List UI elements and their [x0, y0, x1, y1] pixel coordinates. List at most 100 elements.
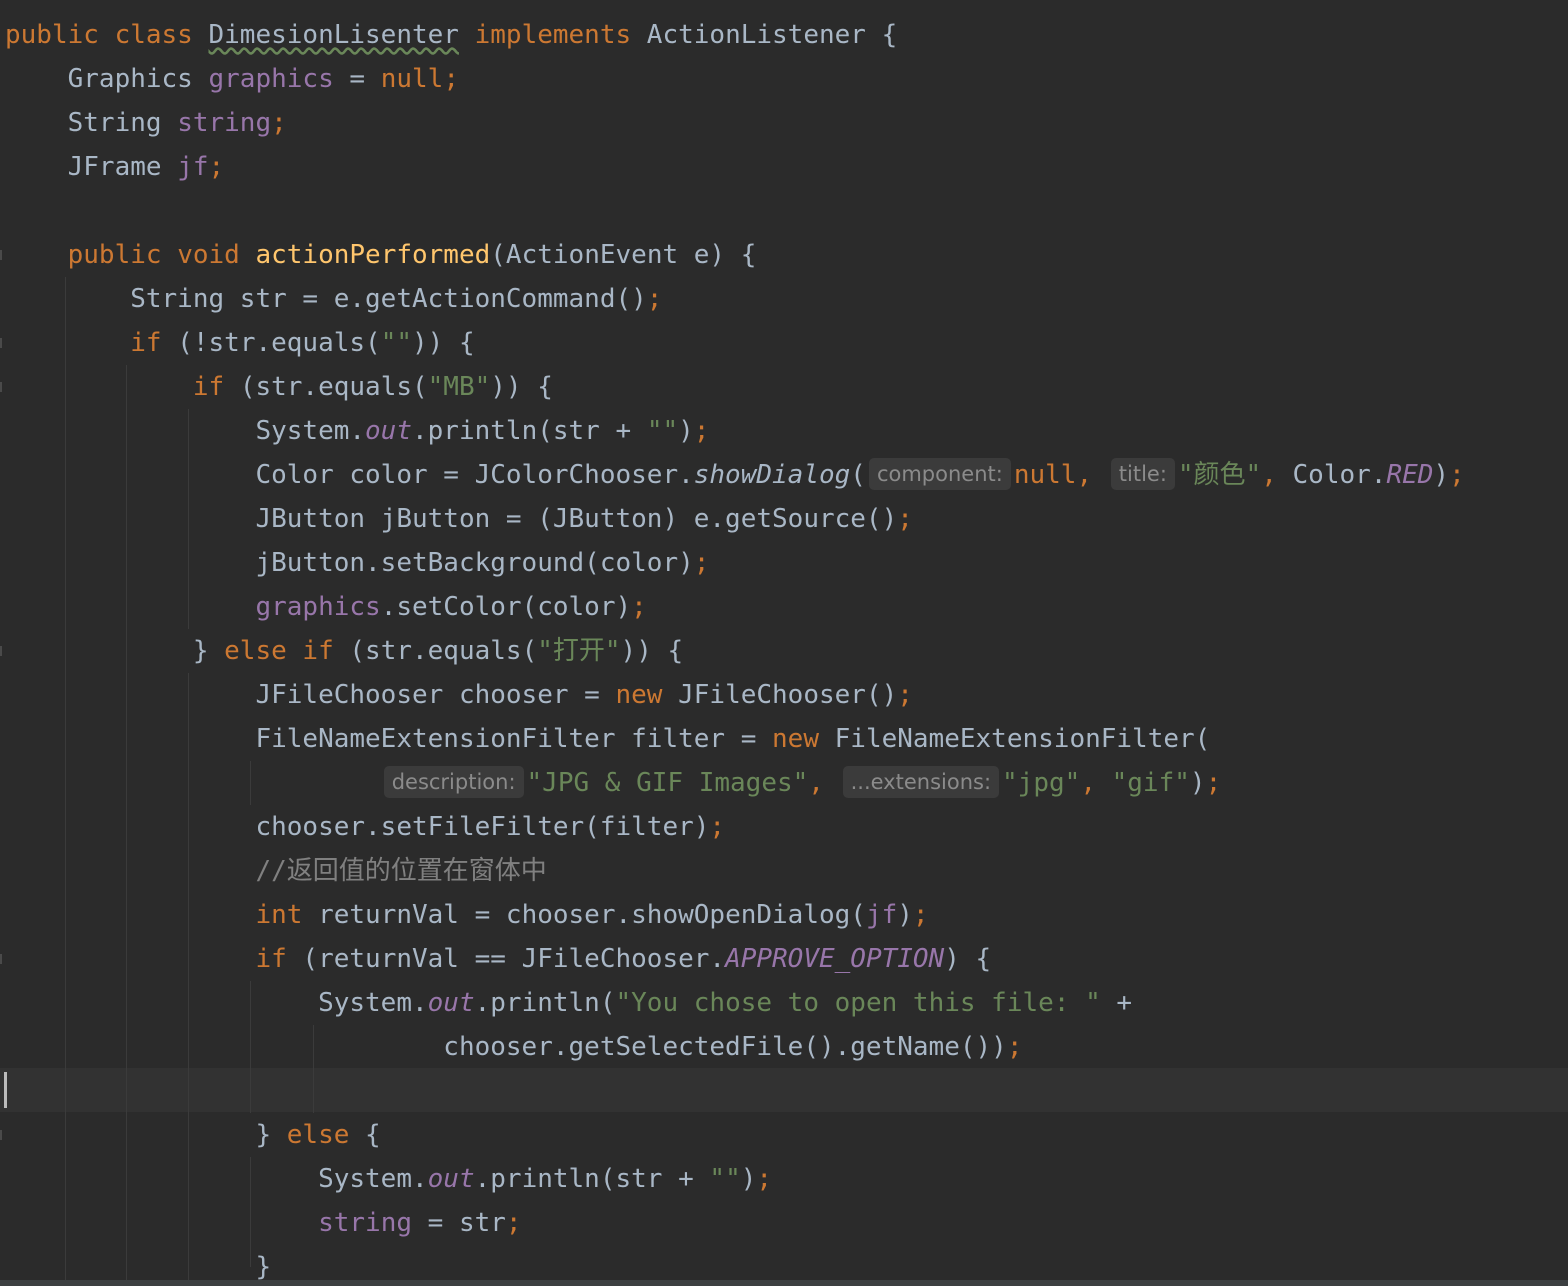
code-token: JFileChooser() [678, 680, 898, 710]
code-token: String str = e.getActionCommand() [5, 284, 647, 314]
code-line[interactable]: Graphics graphics = null; [5, 57, 459, 101]
code-line[interactable]: graphics.setColor(color); [5, 585, 647, 629]
code-line[interactable]: String string; [5, 101, 287, 145]
code-line[interactable]: chooser.setFileFilter(filter); [5, 805, 725, 849]
code-token: returnVal = chooser.showOpenDialog( [318, 900, 866, 930]
code-token: )) { [490, 372, 553, 402]
code-token: System. [5, 416, 366, 446]
code-token: ) [678, 416, 694, 446]
code-token: ) { [944, 944, 992, 974]
code-token: Color color = JColorChooser. [5, 460, 694, 490]
code-token: = [333, 64, 381, 94]
code-token: ( [850, 460, 866, 490]
code-token: if [192, 372, 240, 402]
code-token: int [255, 900, 319, 930]
fold-marker[interactable] [0, 1130, 2, 1140]
code-line[interactable]: } else if (str.equals("打开")) { [5, 629, 683, 673]
code-token: ) [740, 1164, 757, 1194]
fold-marker[interactable] [0, 338, 2, 348]
code-token: ; [693, 416, 710, 446]
code-line[interactable]: FileNameExtensionFilter filter = new Fil… [5, 717, 1210, 761]
code-line[interactable]: if (returnVal == JFileChooser.APPROVE_OP… [5, 937, 991, 981]
code-token: ; [756, 1164, 773, 1194]
code-line[interactable]: System.out.println("You chose to open th… [5, 981, 1132, 1025]
code-token: ; [1006, 1032, 1023, 1062]
code-token: } [5, 1252, 272, 1282]
fold-marker[interactable] [0, 954, 2, 964]
code-token: System. [5, 988, 428, 1018]
code-token: actionPerformed [255, 240, 491, 270]
code-token: .println(str + [412, 416, 647, 446]
code-token: null; [380, 64, 459, 94]
code-token: ; [271, 108, 287, 138]
code-token: ) [897, 900, 913, 930]
code-line[interactable]: System.out.println(str + ""); [5, 409, 709, 453]
code-token: ) [1433, 460, 1450, 490]
code-token: + [1100, 988, 1133, 1018]
code-token: (ActionEvent e) { [490, 240, 757, 270]
code-token: APPROVE_OPTION [725, 944, 945, 974]
code-token: new [772, 724, 835, 754]
code-token: .println( [474, 988, 616, 1018]
code-token: "JPG & GIF Images" [526, 768, 809, 798]
code-token: ; [693, 548, 710, 578]
code-token: ; [631, 592, 647, 622]
fold-marker[interactable] [0, 646, 2, 656]
code-line[interactable]: System.out.println(str + ""); [5, 1157, 772, 1201]
text-caret [4, 1072, 7, 1108]
code-token: JFrame [5, 152, 178, 182]
code-line[interactable]: Color color = JColorChooser.showDialog(c… [5, 453, 1465, 497]
code-editor[interactable]: public class DimesionLisenter implements… [0, 0, 1568, 1286]
code-token: else if [224, 636, 350, 666]
code-token: out [427, 988, 475, 1018]
code-token: if [255, 944, 303, 974]
code-token: System. [5, 1164, 428, 1194]
code-token: ; [709, 812, 726, 842]
code-line[interactable]: jButton.setBackground(color); [5, 541, 709, 585]
code-token: ; [505, 1208, 522, 1238]
code-token: ; [1205, 768, 1222, 798]
fold-marker[interactable] [0, 382, 2, 392]
code-token: )) { [412, 328, 475, 358]
code-token: String [5, 108, 178, 138]
code-token: new [615, 680, 679, 710]
code-line[interactable]: JFrame jf; [5, 145, 225, 189]
code-line[interactable]: } else { [5, 1113, 380, 1157]
code-line[interactable]: description: "JPG & GIF Images", ...exten… [5, 761, 1221, 805]
code-token: } [5, 636, 225, 666]
parameter-hint: description: [383, 766, 524, 798]
code-token: .setColor(color) [380, 592, 632, 622]
code-token: (!str.equals( [177, 328, 381, 358]
fold-marker[interactable] [0, 250, 2, 260]
code-line[interactable]: //返回值的位置在窗体中 [5, 849, 546, 893]
code-token: ; [646, 284, 663, 314]
code-token: } [5, 1120, 287, 1150]
code-token: ; [912, 900, 929, 930]
code-token: showDialog [693, 460, 851, 490]
code-line[interactable]: int returnVal = chooser.showOpenDialog(j… [5, 893, 929, 937]
code-token: JButton jButton = (JButton) e.getSource(… [5, 504, 898, 534]
code-line[interactable]: chooser.getSelectedFile().getName()); [5, 1025, 1022, 1069]
code-token: ) [1189, 768, 1206, 798]
code-token: jf [865, 900, 898, 930]
code-line[interactable]: String str = e.getActionCommand(); [5, 277, 662, 321]
current-line-highlight [0, 1068, 1568, 1112]
code-line[interactable]: public class DimesionLisenter implements… [5, 13, 897, 57]
code-token: FileNameExtensionFilter( [834, 724, 1211, 754]
code-token: ; [897, 504, 913, 534]
code-token: , [1080, 768, 1112, 798]
code-line[interactable]: JFileChooser chooser = new JFileChooser(… [5, 673, 912, 717]
parameter-hint: title: [1110, 458, 1175, 490]
code-token: ActionListener { [646, 20, 898, 50]
code-line[interactable]: string = str; [5, 1201, 522, 1245]
code-line[interactable]: if (!str.equals("")) { [5, 321, 475, 365]
code-token: , [808, 768, 840, 798]
code-line[interactable]: if (str.equals("MB")) { [5, 365, 553, 409]
code-line[interactable]: public void actionPerformed(ActionEvent … [5, 233, 757, 277]
code-line[interactable]: JButton jButton = (JButton) e.getSource(… [5, 497, 913, 541]
